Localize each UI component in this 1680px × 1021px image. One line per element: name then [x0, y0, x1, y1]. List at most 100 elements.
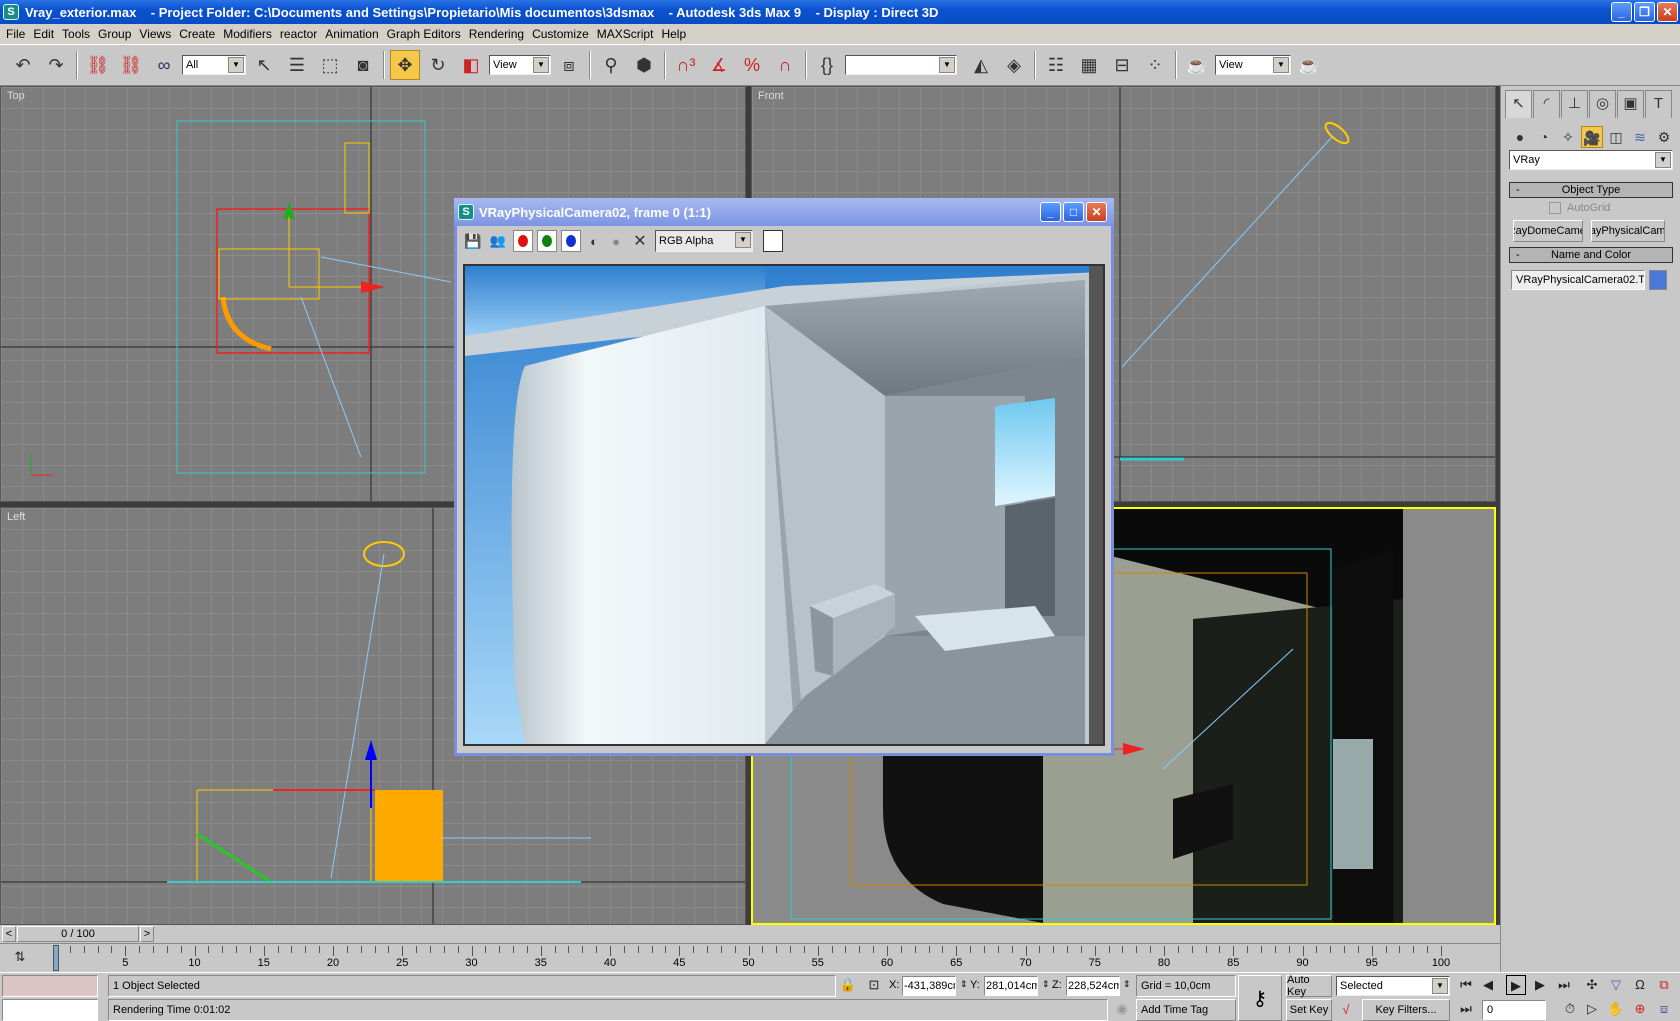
alpha-icon[interactable]: ● — [607, 230, 625, 252]
key-mode-dropdown[interactable]: Selected ▼ — [1336, 976, 1450, 996]
add-time-tag-button[interactable]: Add Time Tag — [1136, 999, 1236, 1021]
time-prev-button[interactable]: < — [2, 926, 16, 942]
render-minimize-button[interactable]: _ — [1040, 202, 1061, 222]
align-icon[interactable]: ◈ — [999, 50, 1029, 80]
keyboard-shortcut-override-icon[interactable]: ⬢ — [629, 50, 659, 80]
checkbox-box[interactable] — [1549, 202, 1561, 214]
play-icon[interactable]: ▶ — [1506, 975, 1526, 995]
current-frame-marker[interactable] — [53, 945, 59, 971]
quick-render-icon[interactable]: ☕ — [1294, 50, 1324, 80]
layer-manager-icon[interactable]: ☷ — [1041, 50, 1071, 80]
red-channel-button[interactable] — [513, 230, 533, 252]
autogrid-checkbox[interactable]: AutoGrid — [1549, 202, 1610, 214]
cameras-icon[interactable]: 🎥 — [1581, 126, 1603, 148]
minimize-button[interactable]: _ — [1611, 2, 1632, 22]
percent-snap-icon[interactable]: % — [737, 50, 767, 80]
maximize-viewport-icon[interactable]: ⧈ — [1654, 999, 1674, 1019]
z-coordinate-input[interactable]: 228,524cm — [1066, 976, 1120, 996]
category-dropdown[interactable]: VRay ▼ — [1509, 150, 1673, 170]
time-next-button[interactable]: > — [140, 926, 154, 942]
bind-space-warp-icon[interactable]: ∞ — [149, 50, 179, 80]
shapes-icon[interactable]: ◔ — [1533, 126, 1555, 148]
mirror-icon[interactable]: ◭ — [966, 50, 996, 80]
select-and-rotate-icon[interactable]: ↻ — [423, 50, 453, 80]
named-selection-dropdown[interactable]: ▼ — [845, 55, 957, 75]
select-object-icon[interactable]: ↖ — [249, 50, 279, 80]
object-type-rollout[interactable]: - Object Type — [1509, 182, 1673, 198]
space-warps-icon[interactable]: ≋ — [1629, 126, 1651, 148]
helpers-icon[interactable]: ◫ — [1605, 126, 1627, 148]
unlink-icon[interactable]: ⛓ — [116, 50, 146, 80]
clear-icon[interactable]: ✕ — [629, 230, 651, 252]
render-type-dropdown[interactable]: View ▼ — [1215, 55, 1291, 75]
x-spinner-icon[interactable]: ⇕ — [960, 979, 968, 990]
select-and-link-icon[interactable]: ⛓ — [83, 50, 113, 80]
zoom-extents-all-icon[interactable]: ⧉ — [1654, 975, 1674, 995]
menu-reactor[interactable]: reactor — [278, 27, 323, 41]
channel-dropdown[interactable]: RGB Alpha ▼ — [655, 230, 753, 252]
menu-create[interactable]: Create — [177, 27, 221, 41]
auto-key-button[interactable]: Auto Key — [1286, 974, 1332, 998]
menu-group[interactable]: Group — [96, 27, 137, 41]
zoom-icon[interactable]: ✣ — [1582, 975, 1602, 995]
go-to-start-icon[interactable]: ⏮ — [1456, 975, 1476, 995]
current-frame-input[interactable]: 0 — [1482, 1000, 1546, 1020]
orbit-icon[interactable]: Ω — [1630, 975, 1650, 995]
object-name-input[interactable]: VRayPhysicalCamera02.Ta — [1511, 270, 1645, 290]
menu-customize[interactable]: Customize — [530, 27, 595, 41]
edit-named-selection-icon[interactable]: {} — [812, 50, 842, 80]
menu-modifiers[interactable]: Modifiers — [221, 27, 278, 41]
utilities-tab-icon[interactable]: T — [1645, 90, 1672, 118]
set-key-button[interactable]: Set Key — [1286, 999, 1332, 1021]
next-frame-icon[interactable]: ▶ — [1530, 975, 1550, 995]
reference-coordinate-dropdown[interactable]: View ▼ — [489, 55, 551, 75]
clone-icon[interactable]: 👥 — [487, 230, 509, 252]
save-icon[interactable]: 💾 — [463, 230, 483, 252]
time-configuration-icon[interactable]: ⏱ — [1560, 999, 1580, 1019]
mono-icon[interactable]: ◐ — [585, 230, 603, 252]
window-crossing-icon[interactable]: ◙ — [348, 50, 378, 80]
vray-physical-camera-button[interactable]: VRayPhysicalCamera — [1591, 220, 1665, 242]
render-frame-window[interactable]: S VRayPhysicalCamera02, frame 0 (1:1) _ … — [454, 198, 1114, 756]
close-button[interactable]: ✕ — [1657, 2, 1678, 22]
name-and-color-rollout[interactable]: - Name and Color — [1509, 247, 1673, 263]
arc-rotate-icon[interactable]: ⊕ — [1630, 999, 1650, 1019]
track-bar[interactable]: ⇅ 05101520253035404550556065707580859095… — [0, 943, 1500, 972]
create-tab-icon[interactable]: ↖ — [1505, 90, 1532, 118]
undo-icon[interactable]: ↶ — [8, 50, 38, 80]
schematic-view-icon[interactable]: ⊟ — [1107, 50, 1137, 80]
display-tab-icon[interactable]: ▣ — [1617, 90, 1644, 118]
pivot-center-icon[interactable]: ⧈ — [554, 50, 584, 80]
render-scene-icon[interactable]: ☕ — [1182, 50, 1212, 80]
y-spinner-icon[interactable]: ⇕ — [1042, 979, 1050, 990]
menu-tools[interactable]: Tools — [60, 27, 96, 41]
field-of-view-icon[interactable]: ▽ — [1606, 975, 1626, 995]
select-by-name-icon[interactable]: ☰ — [282, 50, 312, 80]
color-swatch[interactable] — [763, 230, 783, 252]
menu-animation[interactable]: Animation — [323, 27, 384, 41]
select-and-scale-icon[interactable]: ◧ — [456, 50, 486, 80]
key-mode-toggle-icon[interactable]: ⏭ — [1456, 999, 1476, 1019]
y-coordinate-input[interactable]: 281,014cm — [984, 976, 1038, 996]
manipulate-icon[interactable]: ⚲ — [596, 50, 626, 80]
menu-edit[interactable]: Edit — [31, 27, 60, 41]
maxscript-input[interactable] — [2, 999, 98, 1021]
menu-rendering[interactable]: Rendering — [467, 27, 530, 41]
default-tangent-icon[interactable]: √ — [1336, 1000, 1356, 1020]
geometry-icon[interactable]: ● — [1509, 126, 1531, 148]
menu-maxscript[interactable]: MAXScript — [595, 27, 660, 41]
lock-icon[interactable]: 🔒 — [838, 975, 858, 995]
hierarchy-tab-icon[interactable]: ⊥ — [1561, 90, 1588, 118]
x-coordinate-input[interactable]: -431,389cm — [902, 976, 956, 996]
set-key-icon[interactable]: ⚷ — [1238, 975, 1282, 1021]
pan-icon[interactable]: ✋ — [1606, 999, 1626, 1019]
curve-editor-icon[interactable]: ▦ — [1074, 50, 1104, 80]
snaps-toggle-icon[interactable]: ∩³ — [671, 50, 701, 80]
render-maximize-button[interactable]: □ — [1063, 202, 1084, 222]
modify-tab-icon[interactable]: ◜ — [1533, 90, 1560, 118]
redo-icon[interactable]: ↷ — [41, 50, 71, 80]
restore-button[interactable]: ❐ — [1634, 2, 1655, 22]
green-channel-button[interactable] — [537, 230, 557, 252]
blue-channel-button[interactable] — [561, 230, 581, 252]
dolly-icon[interactable]: ▷ — [1582, 999, 1602, 1019]
